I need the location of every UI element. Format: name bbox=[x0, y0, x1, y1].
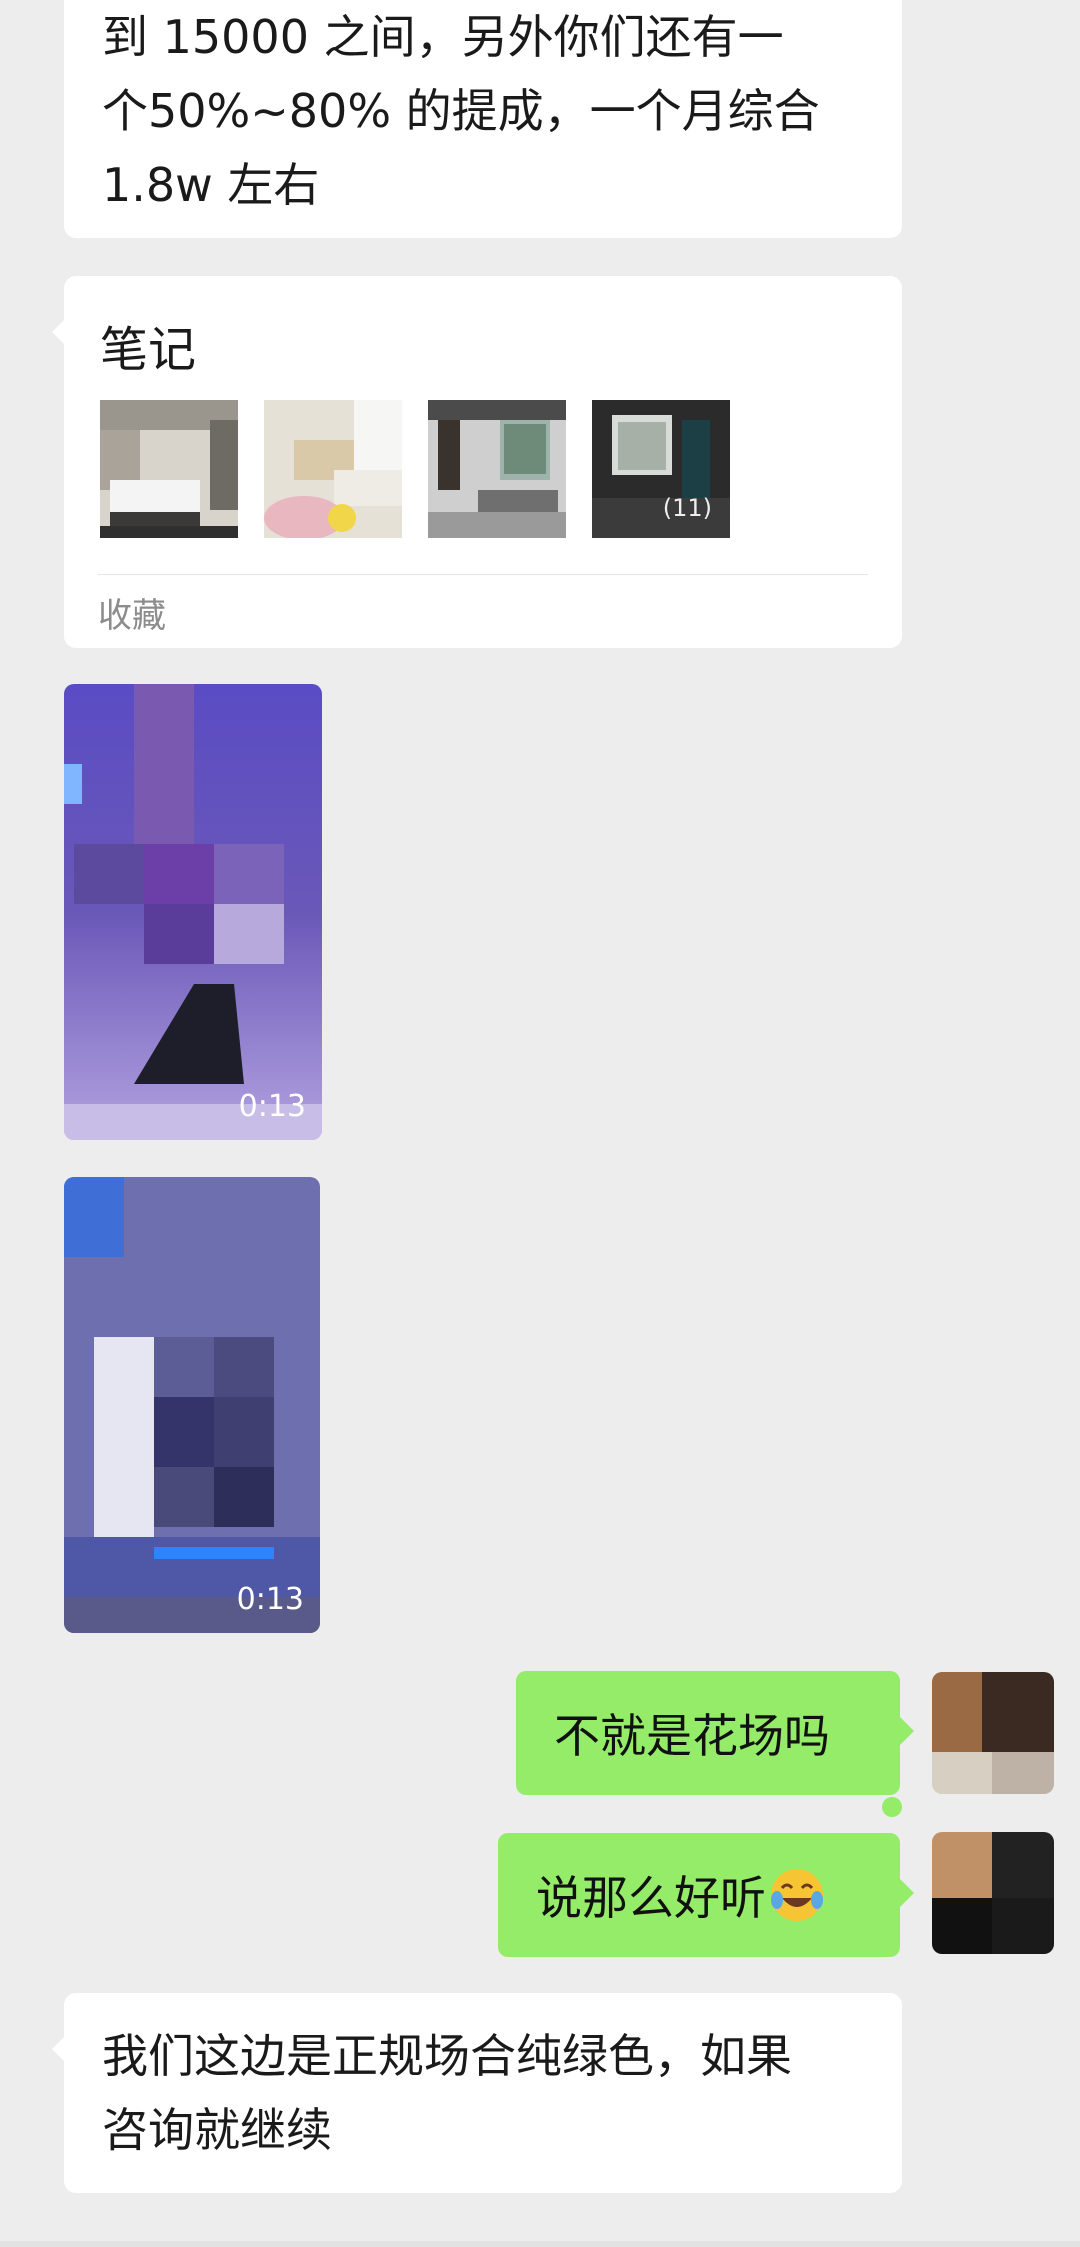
avatar[interactable] bbox=[932, 1832, 1054, 1954]
note-thumbnail-2 bbox=[264, 400, 402, 538]
incoming-message-reply[interactable]: 我们这边是正规场合纯绿色，如果 咨询就继续 bbox=[52, 1993, 902, 2193]
outgoing-message-1[interactable]: 不就是花场吗 bbox=[516, 1671, 914, 1795]
bottom-divider bbox=[0, 2241, 1080, 2247]
message-line: 到 15000 之间，另外你们还有一 bbox=[102, 10, 784, 64]
note-divider bbox=[98, 574, 868, 575]
note-share-card[interactable]: 笔记 (11) 收藏 bbox=[52, 276, 902, 648]
video-duration: 0:13 bbox=[238, 1089, 306, 1124]
message-line: 我们这边是正规场合纯绿色，如果 bbox=[102, 2029, 792, 2083]
message-line: 个50%~80% 的提成，一个月综合 bbox=[102, 84, 820, 138]
video-duration: 0:13 bbox=[236, 1582, 304, 1617]
message-line: 咨询就继续 bbox=[102, 2103, 332, 2157]
note-thumbnail-4: (11) bbox=[592, 400, 730, 538]
outgoing-message-2[interactable]: 说那么好听 bbox=[498, 1833, 914, 1957]
message-text: 不就是花场吗 bbox=[554, 1709, 830, 1763]
video-message-2[interactable]: 0:13 bbox=[64, 1177, 320, 1633]
note-footer-label: 收藏 bbox=[98, 596, 166, 636]
image-count-label: (11) bbox=[662, 494, 712, 522]
note-title: 笔记 bbox=[100, 322, 197, 378]
note-thumbnail-3 bbox=[428, 400, 566, 538]
incoming-message-salary[interactable]: 到 15000 之间，另外你们还有一 个50%~80% 的提成，一个月综合 1.… bbox=[64, 0, 902, 238]
face-with-tears-of-joy-emoji bbox=[771, 1869, 823, 1921]
note-thumbnail-1 bbox=[100, 400, 238, 538]
video-message-1[interactable]: 0:13 bbox=[64, 684, 322, 1140]
message-text: 说那么好听 bbox=[536, 1871, 766, 1925]
unread-dot bbox=[882, 1797, 902, 1817]
message-line: 1.8w 左右 bbox=[102, 158, 320, 212]
avatar[interactable] bbox=[932, 1672, 1054, 1794]
